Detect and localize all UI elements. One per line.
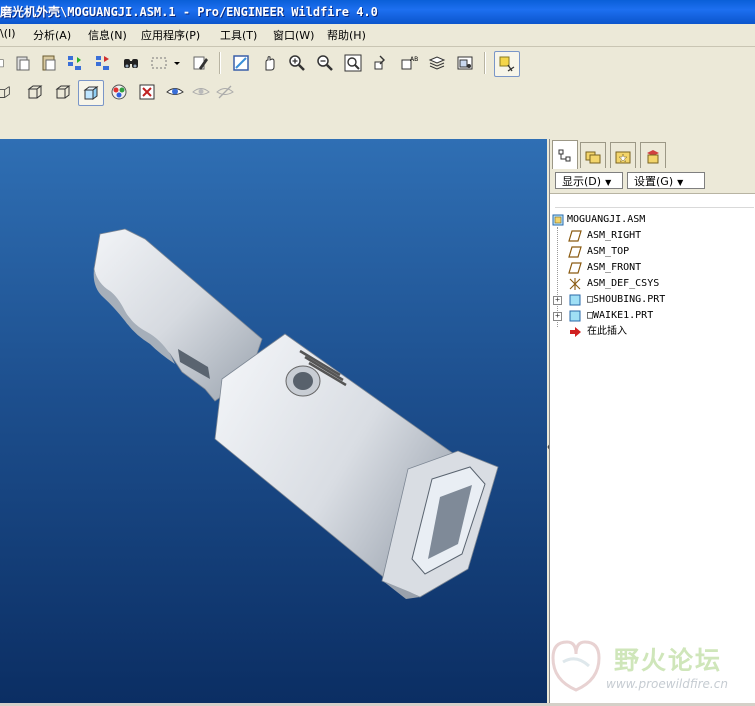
tree-item-label: 在此插入: [587, 326, 627, 337]
show-dropdown-label: 显示(D): [562, 175, 602, 188]
menu-info[interactable]: 信息(N): [88, 27, 127, 43]
insert-here-icon: [570, 327, 581, 337]
tree-item-waike1[interactable]: + □WAIKE1.PRT: [550, 308, 755, 324]
find-icon[interactable]: [120, 52, 142, 74]
tree-item-assembly[interactable]: MOGUANGJI.ASM: [550, 212, 755, 228]
edit-icon[interactable]: [189, 52, 211, 74]
tree-item-asm-right[interactable]: ASM_RIGHT: [550, 228, 755, 244]
wireframe-icon[interactable]: [0, 81, 14, 103]
model-tree-close-icon[interactable]: [136, 81, 158, 103]
appearance-icon[interactable]: [108, 81, 130, 103]
hide-icon: [214, 81, 236, 103]
datum-plane-icon: [568, 262, 582, 274]
datum-plane-icon: [568, 246, 582, 258]
menu-tools[interactable]: 工具(T): [220, 27, 257, 43]
settings-dropdown-label: 设置(G): [634, 175, 674, 188]
favorites-tab[interactable]: [610, 142, 636, 168]
part-icon: [569, 310, 581, 322]
tree-item-asm-def-csys[interactable]: ASM_DEF_CSYS: [550, 276, 755, 292]
part-icon: [569, 294, 581, 306]
datum-display-icon[interactable]: [494, 51, 520, 77]
menu-bar: \(I) 分析(A) 信息(N) 应用程序(P) 工具(T) 窗口(W) 帮助(…: [0, 24, 755, 47]
tree-item-asm-front[interactable]: ASM_FRONT: [550, 260, 755, 276]
layers-icon[interactable]: [426, 52, 448, 74]
connections-tab[interactable]: [640, 142, 666, 168]
spin-icon[interactable]: [258, 52, 280, 74]
show-dropdown[interactable]: 显示(D) ▼: [555, 172, 623, 189]
tree-item-label: ASM_DEF_CSYS: [587, 278, 660, 289]
hidden-line-icon[interactable]: [24, 81, 46, 103]
watermark-text: 野火论坛: [614, 646, 723, 675]
refit-icon[interactable]: [342, 52, 364, 74]
graphics-viewport[interactable]: [0, 139, 549, 703]
menu-analysis[interactable]: 分析(A): [33, 27, 71, 43]
select-box-icon[interactable]: [148, 52, 170, 74]
tree-item-label: ASM_FRONT: [587, 262, 642, 273]
regen-manager-icon[interactable]: [92, 52, 114, 74]
chevron-down-icon: ▼: [677, 178, 684, 187]
menu-help[interactable]: 帮助(H): [327, 27, 366, 43]
menu-window[interactable]: 窗口(W): [273, 27, 314, 43]
svg-text:AB: AB: [410, 56, 418, 63]
csys-icon: [569, 278, 581, 290]
view-manager-icon[interactable]: [454, 52, 476, 74]
model-tree-toolbar: 显示(D) ▼ 设置(G) ▼: [550, 169, 755, 194]
expand-toggle[interactable]: +: [553, 296, 562, 305]
zoom-out-icon[interactable]: [314, 52, 336, 74]
watermark-url: www.proewildfire.cn: [606, 677, 728, 691]
tree-item-label: MOGUANGJI.ASM: [567, 214, 646, 225]
settings-dropdown[interactable]: 设置(G) ▼: [627, 172, 705, 189]
expand-toggle[interactable]: +: [553, 312, 562, 321]
main-toolbar: AB: [0, 47, 755, 79]
tree-column-header: [555, 195, 754, 208]
tree-item-label: ASM_TOP: [587, 246, 630, 257]
shading-icon[interactable]: [78, 80, 104, 106]
model-tree-tab[interactable]: [552, 140, 578, 170]
display-toolbar: [0, 79, 755, 108]
menu-insert[interactable]: \(I): [0, 27, 16, 40]
tree-item-label: ASM_RIGHT: [587, 230, 642, 241]
paste-special-icon[interactable]: [38, 52, 60, 74]
tree-item-insert-here[interactable]: 在此插入: [550, 324, 755, 340]
navigator-tabs: [550, 139, 755, 170]
model-render: [93, 228, 499, 599]
paste-icon[interactable]: [12, 52, 34, 74]
menu-applications[interactable]: 应用程序(P): [141, 27, 200, 43]
navigator-panel: 显示(D) ▼ 设置(G) ▼ MOGUANGJI.ASM ASM_RIGHT AS…: [549, 139, 755, 703]
window-title: 磨光机外壳\MOGUANGJI.ASM.1 - Pro/ENGINEER Wil…: [0, 5, 378, 19]
copy-icon[interactable]: [0, 52, 10, 74]
tree-item-label: □WAIKE1.PRT: [587, 310, 654, 321]
reorient-icon[interactable]: [370, 52, 392, 74]
no-hidden-icon[interactable]: [52, 81, 74, 103]
regenerate-icon[interactable]: [64, 52, 86, 74]
chevron-down-icon: ▼: [605, 178, 612, 187]
repaint-icon[interactable]: [230, 52, 252, 74]
button-hole: [293, 372, 313, 390]
visibility-icon[interactable]: [164, 81, 186, 103]
tree-item-asm-top[interactable]: ASM_TOP: [550, 244, 755, 260]
tree-item-shoubing[interactable]: + □SHOUBING.PRT: [550, 292, 755, 308]
datum-plane-icon: [568, 230, 582, 242]
tree-item-label: □SHOUBING.PRT: [587, 294, 666, 305]
secondary-toolbar-strip: [0, 108, 755, 140]
toolbar-separator: [484, 52, 486, 74]
toolbar-separator: [219, 52, 221, 74]
watermark-logo: [551, 640, 601, 692]
folder-browser-tab[interactable]: [580, 142, 606, 168]
assembly-icon: [552, 214, 564, 226]
eye-disabled-icon: [190, 81, 212, 103]
window-title-bar: 磨光机外壳\MOGUANGJI.ASM.1 - Pro/ENGINEER Wil…: [0, 0, 755, 24]
saved-views-icon[interactable]: AB: [398, 52, 420, 74]
zoom-in-icon[interactable]: [286, 52, 308, 74]
select-dropdown-icon[interactable]: [172, 52, 182, 74]
